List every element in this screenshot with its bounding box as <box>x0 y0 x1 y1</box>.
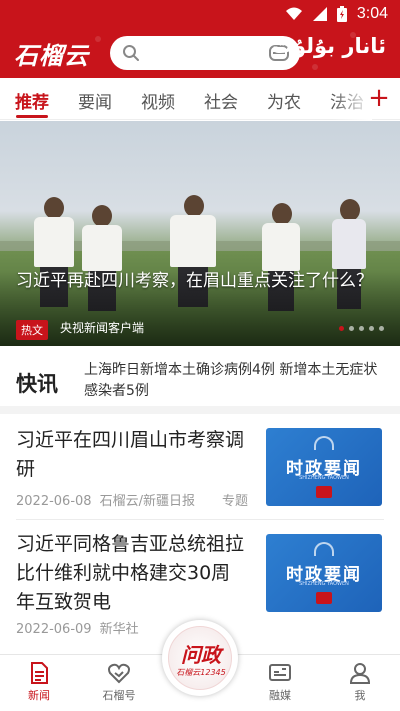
tab-video[interactable]: 视频 <box>141 88 175 113</box>
wenzheng-button[interactable]: 问政 石榴云12345 <box>162 620 238 696</box>
carousel-dot <box>359 326 364 331</box>
news-tag: 专题 <box>222 494 249 509</box>
nav-label: 我 <box>354 689 366 702</box>
status-icons: 3:04 <box>285 5 388 23</box>
nav-label: 石榴号 <box>102 689 136 702</box>
nav-me[interactable]: 我 <box>330 661 390 703</box>
news-icon <box>31 662 48 684</box>
hero-banner[interactable]: 习近平再赴四川考察，在眉山重点关注了什么？ 热文 央视新闻客户端 <box>0 121 400 346</box>
flash-title: 快讯 <box>16 371 58 396</box>
news-source: 石榴云/新疆日报 <box>99 494 195 509</box>
news-source: 新华社 <box>99 622 139 637</box>
carousel-indicator <box>339 326 384 331</box>
thumb-subtitle: SHIZHENG YAOWEN <box>299 475 349 481</box>
flash-news[interactable]: 快讯 上海昨日新增本土确诊病例4例 新增本土无症状感染者5例 <box>0 348 400 414</box>
news-title[interactable]: 习近平同格鲁吉亚总统祖拉比什维利就中格建交30周年互致贺电 <box>16 530 248 617</box>
status-time: 3:04 <box>356 5 388 22</box>
carousel-dot <box>339 326 344 331</box>
news-date: 2022-06-08 <box>16 494 92 509</box>
tab-society[interactable]: 社会 <box>204 88 238 113</box>
thumb-emblem-icon <box>314 436 334 450</box>
active-tab-indicator <box>16 115 48 118</box>
signal-icon <box>312 7 327 21</box>
flash-text[interactable]: 上海昨日新增本土确诊病例4例 新增本土无症状感染者5例 <box>84 360 384 402</box>
hot-badge: 热文 <box>16 320 48 340</box>
carousel-dot <box>379 326 384 331</box>
carousel-dot <box>349 326 354 331</box>
news-meta: 2022-06-08 石榴云/新疆日报 <box>16 490 195 509</box>
wenzheng-label: 问政 <box>181 643 221 667</box>
wifi-icon <box>285 7 302 20</box>
nav-shiliuhao[interactable]: 石榴号 <box>89 661 149 703</box>
heart-icon <box>108 663 130 684</box>
uyghur-brand-title: ئانار بۇلۇت <box>271 34 386 58</box>
decor-dot <box>95 36 101 42</box>
battery-icon <box>336 6 347 22</box>
nav-news[interactable]: 新闻 <box>9 661 69 703</box>
thumb-logo-icon <box>316 486 332 498</box>
status-bar: 3:04 <box>0 0 400 28</box>
nav-label: 融媒 <box>269 689 291 702</box>
category-tabs: 推荐 要闻 视频 社会 为农 法治 + <box>0 78 400 120</box>
news-date: 2022-06-09 <box>16 622 92 637</box>
hero-source: 央视新闻客户端 <box>60 321 145 335</box>
thumb-subtitle: SHIZHENG YAOWEN <box>299 581 349 587</box>
person-icon <box>349 663 371 684</box>
nav-label: 新闻 <box>28 689 50 702</box>
tv-icon <box>269 664 291 681</box>
news-thumbnail[interactable]: 时政要闻 SHIZHENG YAOWEN <box>266 428 382 506</box>
add-channel-icon[interactable]: + <box>366 84 392 112</box>
app-logo[interactable]: 石榴云 <box>14 36 89 71</box>
news-thumbnail[interactable]: 时政要闻 SHIZHENG YAOWEN <box>266 534 382 612</box>
app-header: 石榴云 ئانار بۇلۇت <box>0 28 400 78</box>
decor-dot <box>312 64 318 70</box>
news-item[interactable]: 习近平在四川眉山市考察调研 2022-06-08 石榴云/新疆日报 专题 时政要闻… <box>0 414 400 520</box>
thumb-logo-icon <box>316 592 332 604</box>
wenzheng-sublabel: 石榴云12345 <box>176 668 226 677</box>
search-icon <box>123 45 139 61</box>
news-meta: 2022-06-09 新华社 <box>16 618 139 637</box>
wenzheng-badge: 问政 石榴云12345 <box>168 626 232 690</box>
news-title[interactable]: 习近平在四川眉山市考察调研 <box>16 426 248 484</box>
tab-recommend[interactable]: 推荐 <box>15 88 49 113</box>
carousel-dot <box>369 326 374 331</box>
thumb-emblem-icon <box>314 542 334 556</box>
tab-agriculture[interactable]: 为农 <box>267 88 301 113</box>
nav-rongmei[interactable]: 融媒 <box>250 661 310 703</box>
hero-headline[interactable]: 习近平再赴四川考察，在眉山重点关注了什么？ <box>16 269 386 293</box>
tab-headlines[interactable]: 要闻 <box>78 88 112 113</box>
